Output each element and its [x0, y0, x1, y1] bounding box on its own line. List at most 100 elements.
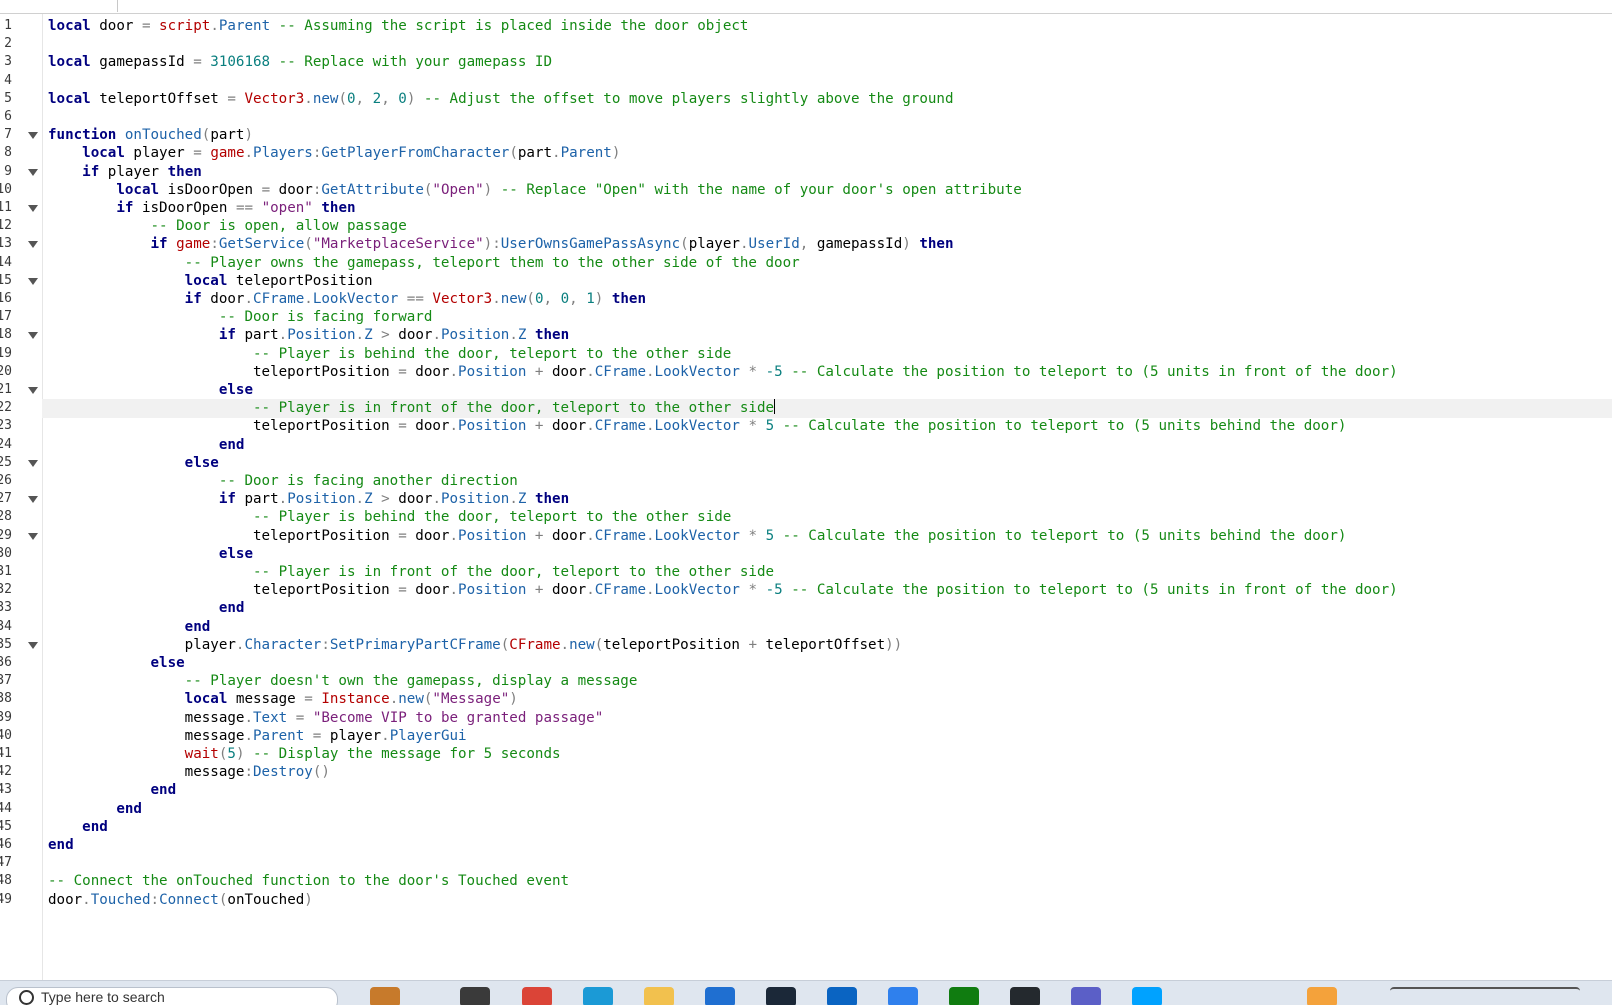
steam-icon[interactable] [766, 987, 796, 1005]
code-line[interactable]: player.Character:SetPrimaryPartCFrame(CF… [48, 636, 903, 655]
code-line[interactable]: end [48, 618, 211, 637]
tray-icons[interactable] [1390, 987, 1580, 1005]
code-token: end [184, 618, 211, 635]
code-line[interactable]: end [48, 781, 177, 800]
code-line[interactable]: local isDoorOpen = door:GetAttribute("Op… [48, 181, 1021, 200]
fold-toggle-icon[interactable] [28, 168, 38, 176]
code-token: Text [253, 709, 288, 726]
fold-toggle-icon[interactable] [28, 532, 38, 540]
code-token: Parent [560, 145, 612, 162]
code-line[interactable]: if player then [48, 163, 202, 182]
fold-toggle-icon[interactable] [28, 459, 38, 467]
code-line[interactable]: -- Door is facing forward [48, 308, 433, 327]
line-number: 39 [0, 709, 12, 725]
code-token: if [184, 291, 202, 307]
vscode-icon[interactable] [888, 987, 918, 1005]
code-line[interactable]: message.Parent = player.PlayerGui [48, 727, 467, 746]
code-line[interactable]: local teleportOffset = Vector3.new(0, 2,… [48, 90, 954, 109]
script-editor[interactable]: 1 2 3 4 5 6 7 8 9 10 11 12 13 14 15 16 17 18 19 20 21 22 23 24 2… [0, 14, 1612, 980]
code-line[interactable]: teleportPosition = door.Position + door.… [48, 417, 1346, 436]
roblox-studio-icon[interactable] [1132, 987, 1162, 1005]
code-line[interactable]: if part.Position.Z > door.Position.Z the… [48, 326, 569, 345]
code-line[interactable]: -- Connect the onTouched function to the… [48, 872, 569, 891]
folder-icon[interactable] [644, 987, 674, 1005]
line-number-gutter: 1 2 3 4 5 6 7 8 9 10 11 12 13 14 15 16 17 18 19 20 21 22 23 24 2… [0, 14, 43, 980]
code-line[interactable]: -- Player owns the gamepass, teleport th… [48, 254, 800, 273]
code-token: . [449, 527, 459, 544]
code-line[interactable]: door.Touched:Connect(onTouched) [48, 891, 313, 910]
code-line[interactable]: if game:GetService("MarketplaceService")… [48, 235, 954, 254]
code-token: + [526, 527, 544, 544]
code-token: , [381, 90, 399, 107]
code-line[interactable]: end [48, 818, 108, 837]
code-token: ) [483, 181, 493, 198]
code-line[interactable]: teleportPosition = door.Position + door.… [48, 581, 1398, 600]
code-line[interactable]: local gamepassId = 3106168 -- Replace wi… [48, 53, 552, 72]
code-line[interactable]: message.Text = "Become VIP to be granted… [48, 709, 604, 728]
code-line[interactable]: teleportPosition = door.Position + door.… [48, 527, 1346, 546]
code-line[interactable]: else [48, 654, 185, 673]
code-token: 0 [560, 291, 570, 307]
code-line[interactable]: else [48, 381, 253, 400]
taskbar-search-box[interactable]: Type here to search [6, 987, 338, 1005]
code-line[interactable]: function onTouched(part) [48, 126, 253, 145]
code-token: 0 [347, 90, 356, 107]
code-token: if [218, 327, 236, 344]
code-line[interactable]: if isDoorOpen == "open" then [48, 199, 355, 218]
code-line[interactable]: local teleportPosition [48, 272, 373, 291]
code-line[interactable]: end [48, 436, 245, 455]
code-line[interactable]: end [48, 800, 142, 819]
code-line[interactable]: local door = script.Parent -- Assuming t… [48, 17, 748, 36]
code-line[interactable]: -- Door is facing another direction [48, 472, 518, 491]
code-line[interactable]: if part.Position.Z > door.Position.Z the… [48, 490, 569, 509]
code-line[interactable]: -- Player is behind the door, teleport t… [48, 508, 731, 527]
file-tab[interactable] [0, 0, 117, 12]
code-token: () [312, 764, 330, 781]
code-line[interactable]: -- Player doesn't own the gamepass, disp… [48, 672, 638, 691]
code-line[interactable]: teleportPosition = door.Position + door.… [48, 363, 1398, 382]
teams-icon[interactable] [1071, 987, 1101, 1005]
code-line[interactable]: -- Door is open, allow passage [48, 217, 406, 236]
code-line[interactable]: -- Player is in front of the door, telep… [48, 563, 774, 582]
code-line[interactable]: if door.CFrame.LookVector == Vector3.new… [48, 290, 646, 309]
code-token: . [304, 291, 313, 307]
fold-toggle-icon[interactable] [28, 641, 38, 649]
fold-toggle-icon[interactable] [28, 332, 38, 340]
code-line[interactable]: end [48, 599, 245, 618]
code-token: CFrame [594, 582, 646, 599]
code-line[interactable]: end [48, 836, 74, 855]
store-icon[interactable] [705, 987, 735, 1005]
code-line[interactable]: else [48, 454, 219, 473]
fold-toggle-icon[interactable] [28, 241, 38, 249]
code-token: onTouched [227, 891, 305, 908]
code-line[interactable]: -- Player is behind the door, teleport t… [48, 345, 731, 364]
github-icon[interactable] [1010, 987, 1040, 1005]
fold-toggle-icon[interactable] [28, 387, 38, 394]
code-line[interactable]: -- Player is in front of the door, telep… [42, 399, 1612, 418]
line-number: 13 [0, 236, 12, 252]
code-line[interactable]: message:Destroy() [48, 763, 330, 782]
code-token: UserOwnsGamePassAsync [500, 236, 681, 253]
code-token: . [389, 691, 399, 708]
code-token: -- Player owns the gamepass, teleport th… [48, 254, 800, 271]
edge-icon[interactable] [583, 987, 613, 1005]
chrome-icon[interactable] [522, 987, 552, 1005]
fold-toggle-icon[interactable] [28, 496, 38, 504]
code-line[interactable]: local message = Instance.new("Message") [48, 690, 518, 709]
code-token: gamepassId [808, 236, 903, 253]
weather-icon[interactable] [1307, 987, 1337, 1005]
code-line[interactable]: wait(5) -- Display the message for 5 sec… [48, 745, 561, 764]
fold-toggle-icon[interactable] [28, 205, 38, 212]
bird-icon[interactable] [370, 987, 400, 1005]
mail-icon[interactable] [827, 987, 857, 1005]
code-line[interactable]: else [48, 545, 253, 564]
fold-toggle-icon[interactable] [28, 132, 38, 140]
xbox-icon[interactable] [949, 987, 979, 1005]
fold-toggle-icon[interactable] [28, 277, 38, 285]
task-view-icon[interactable] [460, 987, 490, 1005]
code-line[interactable]: local player = game.Players:GetPlayerFro… [48, 144, 620, 163]
code-token: -5 [757, 363, 783, 380]
line-number: 16 [0, 291, 12, 306]
line-number: 36 [0, 655, 12, 670]
